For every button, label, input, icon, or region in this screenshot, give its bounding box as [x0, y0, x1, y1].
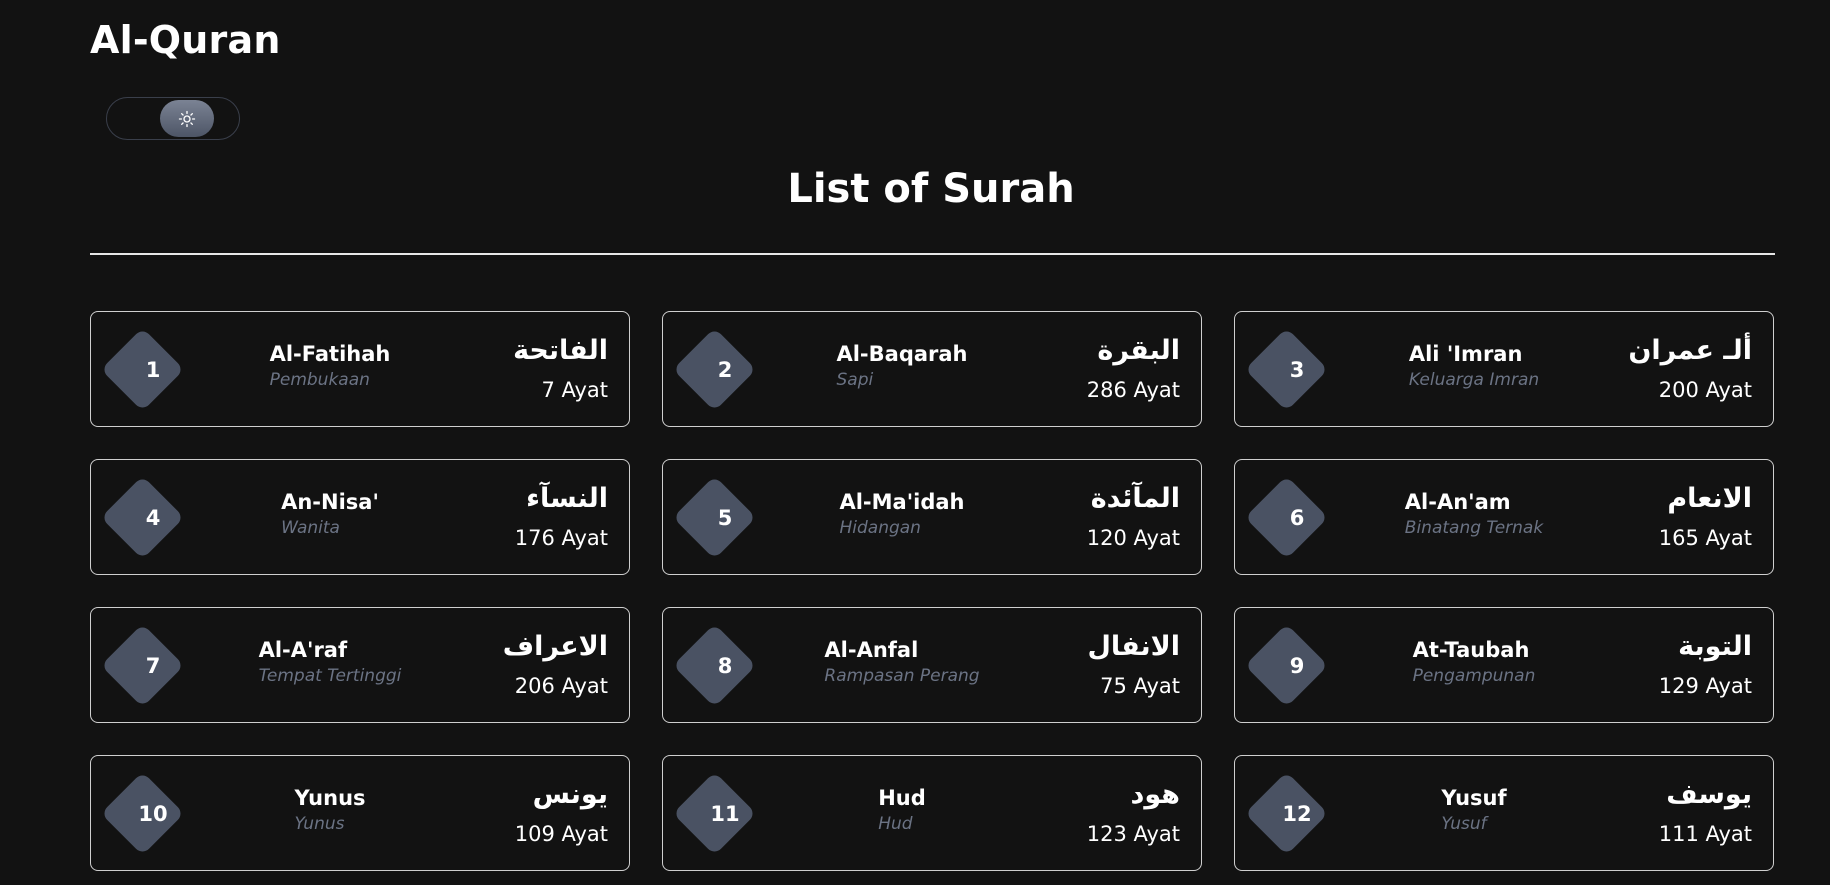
surah-latin-name: Yusuf: [1441, 786, 1507, 810]
surah-ayat-count: 165 Ayat: [1658, 526, 1752, 550]
surah-meaning: Hidangan: [839, 518, 921, 538]
surah-ayat-count: 109 Ayat: [514, 822, 608, 846]
surah-meaning: Sapi: [836, 370, 874, 390]
surah-meaning: Rampasan Perang: [824, 666, 980, 686]
surah-meaning: Wanita: [281, 518, 340, 538]
surah-number: 3: [1289, 358, 1305, 382]
surah-meaning: Pengampunan: [1412, 666, 1536, 686]
surah-names: Al-A'raf Tempat Tertinggi: [241, 636, 419, 688]
surah-meaning: Keluarga Imran: [1408, 370, 1540, 390]
surah-card[interactable]: 12 Yusuf Yusuf يوسف 111 Ayat: [1234, 755, 1774, 871]
surah-meaning: Binatang Ternak: [1404, 518, 1544, 538]
surah-names: Al-Fatihah Pembukaan: [241, 340, 419, 392]
surah-number: 9: [1289, 654, 1305, 678]
surah-ayat-count: 200 Ayat: [1658, 378, 1752, 402]
surah-card[interactable]: 6 Al-An'am Binatang Ternak الانعام 165 A…: [1234, 459, 1774, 575]
surah-card[interactable]: 1 Al-Fatihah Pembukaan الفاتحة 7 Ayat: [90, 311, 630, 427]
surah-arabic-name: يونس: [532, 779, 608, 810]
surah-ayat-count: 75 Ayat: [1100, 674, 1180, 698]
surah-names: Al-Ma'idah Hidangan: [813, 488, 991, 540]
surah-ayat-count: 7 Ayat: [541, 378, 608, 402]
toggle-knob[interactable]: [160, 100, 214, 137]
surah-number: 8: [717, 654, 733, 678]
surah-ayat-count: 286 Ayat: [1086, 378, 1180, 402]
surah-arabic-name: يوسف: [1666, 779, 1752, 810]
surah-number: 1: [145, 358, 161, 382]
surah-names: Yunus Yunus: [241, 784, 419, 836]
surah-ayat-count: 111 Ayat: [1658, 822, 1752, 846]
surah-card[interactable]: 10 Yunus Yunus يونس 109 Ayat: [90, 755, 630, 871]
surah-names: At-Taubah Pengampunan: [1385, 636, 1563, 688]
surah-latin-name: Al-Ma'idah: [839, 490, 965, 514]
surah-latin-name: Al-Anfal: [824, 638, 919, 662]
surah-latin-name: Al-A'raf: [258, 638, 348, 662]
surah-card[interactable]: 7 Al-A'raf Tempat Tertinggi الاعراف 206 …: [90, 607, 630, 723]
surah-arabic-name: البقرة: [1097, 335, 1180, 366]
divider: [90, 253, 1775, 255]
surah-arabic-name: الانعام: [1667, 483, 1752, 514]
surah-number: 12: [1282, 802, 1312, 826]
surah-meaning: Yunus: [294, 814, 345, 834]
surah-meaning: Pembukaan: [269, 370, 370, 390]
surah-card[interactable]: 11 Hud Hud هود 123 Ayat: [662, 755, 1202, 871]
surah-arabic-name: النسآء: [526, 483, 608, 514]
surah-arabic-name: المآئدة: [1090, 483, 1180, 514]
surah-names: Al-Anfal Rampasan Perang: [813, 636, 991, 688]
surah-latin-name: Ali 'Imran: [1408, 342, 1523, 366]
surah-card[interactable]: 2 Al-Baqarah Sapi البقرة 286 Ayat: [662, 311, 1202, 427]
sun-icon: [178, 110, 196, 127]
surah-latin-name: Yunus: [294, 786, 366, 810]
surah-names: Hud Hud: [813, 784, 991, 836]
surah-ayat-count: 176 Ayat: [514, 526, 608, 550]
surah-names: Al-Baqarah Sapi: [813, 340, 991, 392]
surah-arabic-name: هود: [1130, 779, 1180, 810]
surah-number: 10: [138, 802, 168, 826]
surah-number: 5: [717, 506, 733, 530]
surah-latin-name: An-Nisa': [281, 490, 379, 514]
surah-names: Yusuf Yusuf: [1385, 784, 1563, 836]
surah-number: 4: [145, 506, 161, 530]
surah-number: 7: [145, 654, 161, 678]
surah-arabic-name: ألـ عمران: [1628, 335, 1752, 366]
app-title: Al-Quran: [90, 18, 281, 62]
surah-ayat-count: 123 Ayat: [1086, 822, 1180, 846]
section-title: List of Surah: [787, 166, 1075, 212]
surah-ayat-count: 129 Ayat: [1658, 674, 1752, 698]
surah-number: 6: [1289, 506, 1305, 530]
surah-meaning: Yusuf: [1441, 814, 1487, 834]
surah-card[interactable]: 9 At-Taubah Pengampunan التوبة 129 Ayat: [1234, 607, 1774, 723]
surah-arabic-name: الاعراف: [502, 631, 608, 662]
surah-latin-name: At-Taubah: [1412, 638, 1530, 662]
surah-ayat-count: 206 Ayat: [514, 674, 608, 698]
surah-number: 11: [710, 802, 740, 826]
surah-names: Al-An'am Binatang Ternak: [1385, 488, 1563, 540]
surah-names: Ali 'Imran Keluarga Imran: [1385, 340, 1563, 392]
surah-meaning: Tempat Tertinggi: [258, 666, 402, 686]
surah-latin-name: Hud: [878, 786, 926, 810]
surah-arabic-name: التوبة: [1678, 631, 1752, 662]
surah-latin-name: Al-Baqarah: [836, 342, 968, 366]
surah-arabic-name: الانفال: [1087, 631, 1181, 662]
surah-number: 2: [717, 358, 733, 382]
surah-card[interactable]: 8 Al-Anfal Rampasan Perang الانفال 75 Ay…: [662, 607, 1202, 723]
surah-card[interactable]: 3 Ali 'Imran Keluarga Imran ألـ عمران 20…: [1234, 311, 1774, 427]
surah-names: An-Nisa' Wanita: [241, 488, 419, 540]
surah-latin-name: Al-An'am: [1404, 490, 1511, 514]
surah-meaning: Hud: [878, 814, 913, 834]
surah-arabic-name: الفاتحة: [513, 335, 608, 366]
surah-latin-name: Al-Fatihah: [269, 342, 391, 366]
surah-ayat-count: 120 Ayat: [1086, 526, 1180, 550]
surah-card[interactable]: 4 An-Nisa' Wanita النسآء 176 Ayat: [90, 459, 630, 575]
surah-grid: 1 Al-Fatihah Pembukaan الفاتحة 7 Ayat 2 …: [90, 311, 1774, 871]
surah-card[interactable]: 5 Al-Ma'idah Hidangan المآئدة 120 Ayat: [662, 459, 1202, 575]
theme-toggle[interactable]: [106, 97, 240, 140]
